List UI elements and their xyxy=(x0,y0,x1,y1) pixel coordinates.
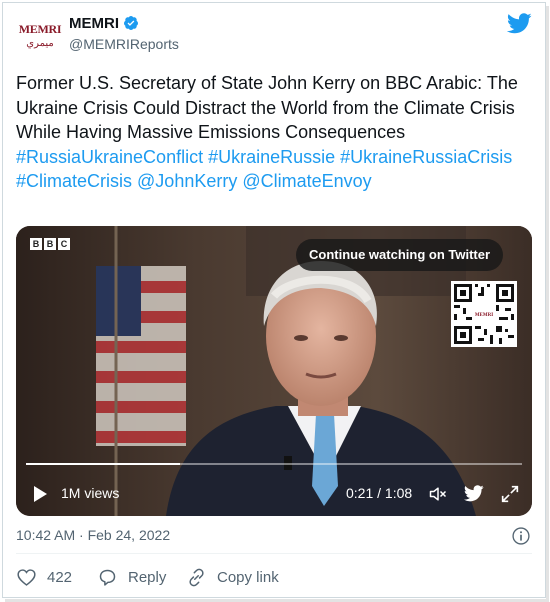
heart-icon xyxy=(17,569,36,586)
bbc-letter: C xyxy=(58,238,70,250)
twitter-bird-icon[interactable] xyxy=(464,485,484,502)
volume-icon[interactable] xyxy=(428,484,448,504)
bbc-letter: B xyxy=(30,238,42,250)
info-icon[interactable] xyxy=(511,526,531,546)
view-count: 1M views xyxy=(61,485,120,501)
tweet-text: Former U.S. Secretary of State John Kerr… xyxy=(16,71,531,194)
like-button[interactable]: 422 xyxy=(16,567,72,588)
video-player[interactable]: B B C Continue watching on Twitter MEMRI xyxy=(16,226,532,516)
reply-button[interactable]: Reply xyxy=(97,567,166,588)
avatar-logo-text: MEMRI xyxy=(18,22,62,36)
verified-badge-icon xyxy=(124,16,138,31)
link-icon xyxy=(189,568,204,587)
copy-link-button[interactable]: Copy link xyxy=(186,567,279,588)
bbc-letter: B xyxy=(44,238,56,250)
expand-icon[interactable] xyxy=(499,483,521,505)
hashtag-ukraine-russia-crisis[interactable]: #UkraineRussiaCrisis xyxy=(340,147,512,167)
reply-label: Reply xyxy=(128,569,167,586)
continue-watching-button[interactable]: Continue watching on Twitter xyxy=(296,239,504,271)
mention-john-kerry[interactable]: @JohnKerry xyxy=(137,171,237,191)
tweet-timestamp[interactable]: 10:42 AM · Feb 24, 2022 xyxy=(16,527,170,543)
play-icon[interactable] xyxy=(32,485,48,503)
bbc-logo: B B C xyxy=(30,238,70,250)
hashtag-russia-ukraine-conflict[interactable]: #RussiaUkraineConflict xyxy=(16,147,203,167)
reply-icon xyxy=(99,569,116,586)
hashtag-climate-crisis[interactable]: #ClimateCrisis xyxy=(16,171,132,191)
like-count: 422 xyxy=(47,569,73,586)
tweet-card: MEMRI ميمري MEMRI @MEMRIReports Former U… xyxy=(2,2,546,598)
mention-climate-envoy[interactable]: @ClimateEnvoy xyxy=(242,171,371,191)
hashtag-ukraine-russie[interactable]: #UkraineRussie xyxy=(208,147,335,167)
avatar-logo-arabic: ميمري xyxy=(26,38,54,49)
copy-link-label: Copy link xyxy=(217,569,279,586)
video-progress-fill xyxy=(26,463,180,465)
author-name[interactable]: MEMRI xyxy=(69,15,119,32)
tweet-body: Former U.S. Secretary of State John Kerr… xyxy=(16,73,518,142)
author-handle[interactable]: @MEMRIReports xyxy=(69,36,179,52)
video-progress-bar[interactable] xyxy=(26,463,522,465)
video-time: 0:21 / 1:08 xyxy=(346,485,413,501)
card-shadow-right xyxy=(546,6,549,602)
avatar[interactable]: MEMRI ميمري xyxy=(16,16,64,64)
qr-code: MEMRI xyxy=(451,281,517,347)
svg-text:MEMRI: MEMRI xyxy=(475,313,493,318)
twitter-bird-icon[interactable] xyxy=(507,13,532,34)
divider xyxy=(16,553,532,554)
